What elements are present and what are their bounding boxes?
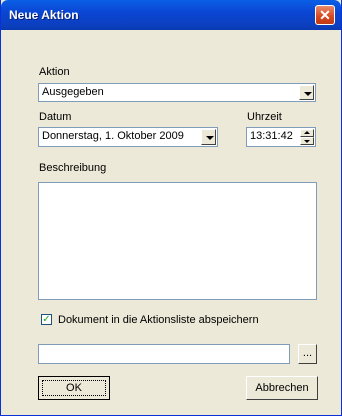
- spin-up-icon[interactable]: [300, 129, 314, 137]
- cancel-label: Abbrechen: [255, 382, 309, 394]
- save-document-checkbox[interactable]: ✓: [41, 314, 52, 325]
- uhrzeit-label: Uhrzeit: [247, 111, 282, 123]
- dialog-window: Neue Aktion ✕ Aktion Ausgegeben Datum Do…: [0, 0, 342, 416]
- title-bar[interactable]: Neue Aktion ✕: [1, 0, 341, 30]
- datum-value: Donnerstag, 1. Oktober 2009: [42, 130, 184, 142]
- save-document-label[interactable]: Dokument in die Aktionsliste abspeichern: [58, 314, 259, 326]
- spin-down-icon[interactable]: [300, 137, 314, 145]
- close-icon: ✕: [319, 7, 331, 23]
- cancel-button[interactable]: Abbrechen: [246, 376, 318, 400]
- aktion-value: Ausgegeben: [42, 86, 104, 98]
- datum-dropdown-arrow-icon[interactable]: [201, 129, 216, 145]
- checkmark-icon: ✓: [42, 314, 51, 325]
- focus-ring: [42, 380, 106, 396]
- aktion-dropdown[interactable]: Ausgegeben: [38, 83, 316, 102]
- path-input[interactable]: [38, 344, 290, 364]
- aktion-dropdown-arrow-icon[interactable]: [299, 85, 314, 100]
- beschreibung-textarea[interactable]: [38, 182, 317, 300]
- close-button[interactable]: ✕: [315, 5, 335, 25]
- window-title: Neue Aktion: [9, 8, 79, 22]
- aktion-label: Aktion: [39, 66, 70, 78]
- datum-picker[interactable]: Donnerstag, 1. Oktober 2009: [38, 127, 218, 147]
- datum-label: Datum: [39, 111, 72, 123]
- ok-button[interactable]: OK: [38, 376, 110, 400]
- uhrzeit-value: 13:31:42: [250, 130, 293, 142]
- uhrzeit-field[interactable]: 13:31:42: [246, 127, 316, 147]
- browse-label: ...: [302, 347, 313, 359]
- browse-button[interactable]: ...: [298, 344, 317, 364]
- beschreibung-label: Beschreibung: [39, 162, 107, 174]
